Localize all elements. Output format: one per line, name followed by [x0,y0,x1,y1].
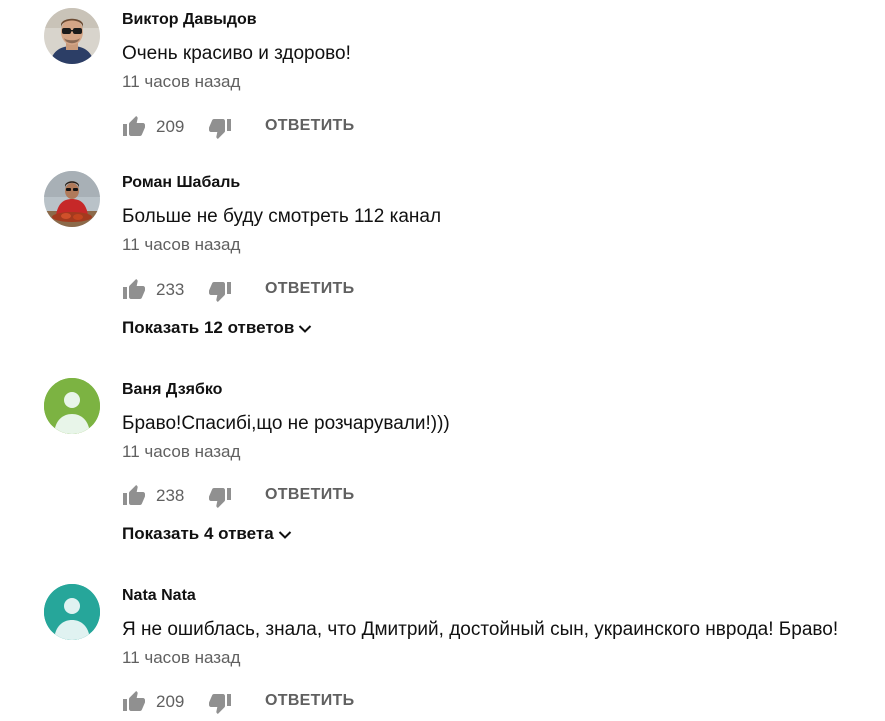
dislike-button[interactable] [208,691,232,715]
thumbs-up-icon [123,485,145,505]
comment-text: Браво!Спасибі,що не розчарували!))) [122,413,450,434]
default-user-icon [44,378,100,434]
avatar[interactable] [44,584,100,640]
avatar[interactable] [44,171,100,227]
comment-timestamp[interactable]: 11 часов назад [122,648,240,668]
like-button[interactable] [122,278,146,302]
thumbs-down-icon [209,119,231,139]
like-button[interactable] [122,690,146,714]
avatar[interactable] [44,378,100,434]
avatar[interactable] [44,8,100,64]
chevron-down-icon [299,324,312,333]
comment-text: Я не ошиблась, знала, что Дмитрий, досто… [122,619,839,640]
comment-timestamp[interactable]: 11 часов назад [122,72,240,92]
dislike-button[interactable] [208,485,232,509]
show-replies-button[interactable]: Показать 4 ответа [122,524,292,544]
reply-button[interactable]: ОТВЕТИТЬ [265,117,354,135]
comment-timestamp[interactable]: 11 часов назад [122,442,240,462]
comment-actions: 233 ОТВЕТИТЬ [122,278,422,302]
reply-button[interactable]: ОТВЕТИТЬ [265,486,354,504]
comment-author[interactable]: Nata Nata [122,587,196,605]
comment-text: Очень красиво и здорово! [122,43,351,64]
show-replies-label: Показать 12 ответов [122,318,295,337]
show-replies-button[interactable]: Показать 12 ответов [122,318,312,338]
reply-button[interactable]: ОТВЕТИТЬ [265,280,354,298]
like-button[interactable] [122,115,146,139]
user-photo-icon [44,171,100,227]
default-user-icon [44,584,100,640]
chevron-down-icon [278,530,291,539]
like-count: 209 [156,692,185,711]
like-count: 233 [156,280,185,299]
thumbs-up-icon [123,279,145,299]
user-photo-icon [44,8,100,64]
show-replies-label: Показать 4 ответа [122,524,274,543]
comment-actions: 209 ОТВЕТИТЬ [122,690,422,714]
like-count: 238 [156,486,185,505]
thumbs-down-icon [209,694,231,714]
comment-author[interactable]: Виктор Давыдов [122,11,257,29]
comment-actions: 238 ОТВЕТИТЬ [122,484,422,508]
thumbs-down-icon [209,488,231,508]
dislike-button[interactable] [208,279,232,303]
like-button[interactable] [122,484,146,508]
thumbs-up-icon [123,691,145,711]
like-count: 209 [156,117,185,136]
thumbs-up-icon [123,116,145,136]
comment-actions: 209 ОТВЕТИТЬ [122,115,422,139]
dislike-button[interactable] [208,116,232,140]
comment-author[interactable]: Роман Шабаль [122,174,240,192]
comment-timestamp[interactable]: 11 часов назад [122,235,240,255]
reply-button[interactable]: ОТВЕТИТЬ [265,692,354,710]
thumbs-down-icon [209,282,231,302]
comment-author[interactable]: Ваня Дзябко [122,381,222,399]
comment-text: Больше не буду смотреть 112 канал [122,206,442,227]
